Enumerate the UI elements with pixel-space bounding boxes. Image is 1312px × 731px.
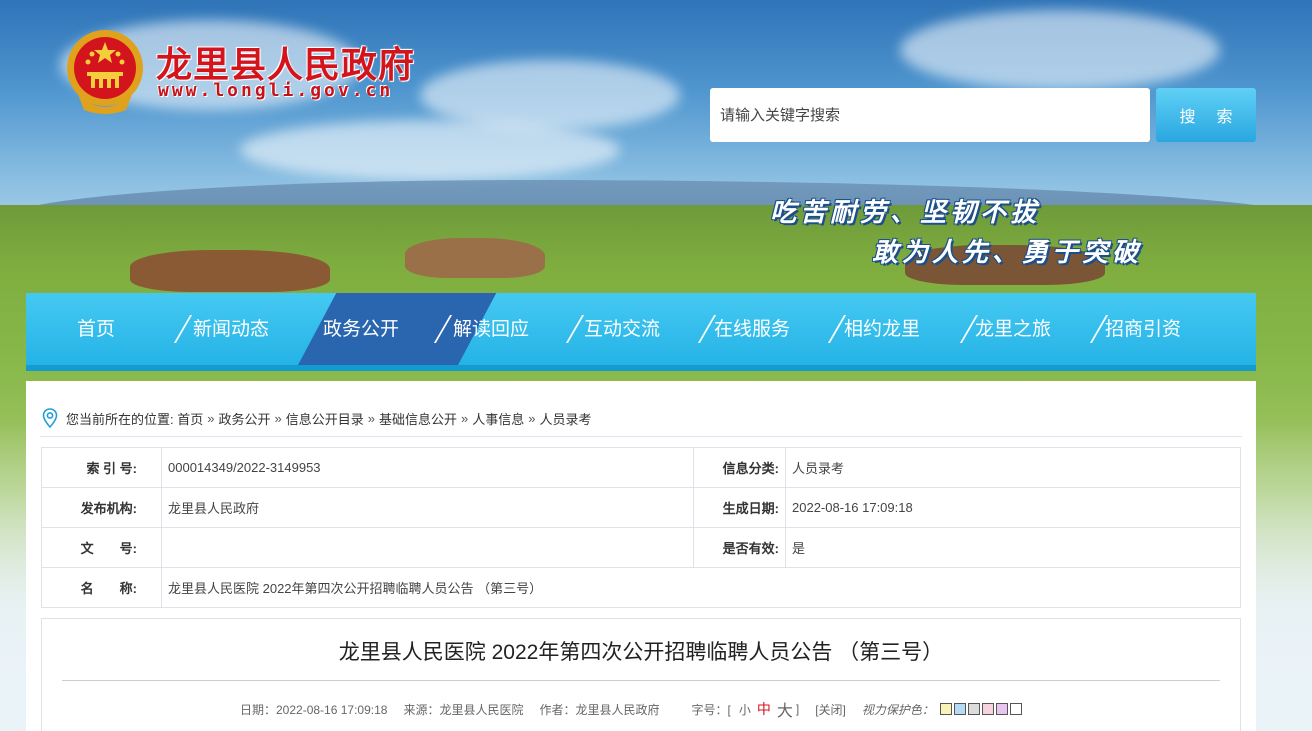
eye-color-white-swatch[interactable] bbox=[1009, 703, 1022, 715]
breadcrumb-item-catalog[interactable]: 信息公开目录 bbox=[286, 409, 364, 428]
breadcrumb-item-personnel[interactable]: 人事信息 bbox=[472, 409, 524, 428]
breadcrumb: 您当前所在的位置: 首页 » 政务公开 » 信息公开目录 » 基础信息公开 » … bbox=[42, 408, 592, 428]
index-value: 000014349/2022-3149953 bbox=[161, 447, 694, 488]
search-button[interactable]: 搜 索 bbox=[1156, 88, 1256, 142]
valid-label: 是否有效: bbox=[693, 527, 786, 568]
font-size-close-bracket: ] bbox=[795, 702, 800, 716]
date-label: 生成日期: bbox=[693, 487, 786, 528]
date-value: 2022-08-16 17:09:18 bbox=[785, 487, 1241, 528]
breadcrumb-separator: » bbox=[461, 410, 469, 426]
table-row: 文 号: 是否有效: 是 bbox=[41, 527, 1241, 568]
eye-color-blue-swatch[interactable] bbox=[953, 703, 966, 715]
article-title: 龙里县人民医院 2022年第四次公开招聘临聘人员公告 （第三号） bbox=[338, 641, 944, 664]
breadcrumb-separator: » bbox=[367, 410, 375, 426]
eye-color-purple-swatch[interactable] bbox=[995, 703, 1008, 715]
eye-color-pink-swatch[interactable] bbox=[981, 703, 994, 715]
index-label: 索 引 号: bbox=[41, 447, 162, 488]
nav-item-interpretation[interactable]: 解读回应 bbox=[426, 293, 556, 365]
font-size-medium-button[interactable]: 中 bbox=[757, 699, 771, 719]
article-author: 作者：龙里县人民政府 bbox=[539, 702, 660, 717]
breadcrumb-divider bbox=[40, 436, 1242, 437]
slogan-line-2: 敢为人先、勇于突破 bbox=[872, 238, 1143, 268]
doc-no-value bbox=[161, 527, 694, 568]
main-nav: 首页 新闻动态 政务公开 解读回应 互动交流 在线服务 相约龙里 龙里之旅 招商… bbox=[26, 293, 1256, 365]
breadcrumb-separator: » bbox=[528, 410, 536, 426]
font-size-label: 字号：[ bbox=[691, 702, 731, 717]
breadcrumb-separator: » bbox=[207, 410, 215, 426]
close-page-button[interactable]: [关闭] bbox=[815, 701, 846, 718]
category-value: 人员录考 bbox=[785, 447, 1241, 488]
font-size-large-button[interactable]: 大 bbox=[777, 697, 793, 721]
eye-care-label: 视力保护色： bbox=[861, 702, 934, 717]
eye-color-gray-swatch[interactable] bbox=[967, 703, 980, 715]
location-pin-icon bbox=[42, 408, 58, 428]
doc-no-label: 文 号: bbox=[41, 527, 162, 568]
nav-bottom-bar bbox=[26, 365, 1256, 371]
name-value: 龙里县人民医院 2022年第四次公开招聘临聘人员公告 （第三号） bbox=[161, 567, 1241, 608]
breadcrumb-item-home[interactable]: 首页 bbox=[177, 409, 203, 428]
table-row: 名 称: 龙里县人民医院 2022年第四次公开招聘临聘人员公告 （第三号） bbox=[41, 567, 1241, 608]
breadcrumb-prefix: 您当前所在的位置: bbox=[66, 411, 174, 427]
nav-item-news[interactable]: 新闻动态 bbox=[166, 293, 296, 365]
info-metadata-table: 索 引 号: 000014349/2022-3149953 信息分类: 人员录考… bbox=[41, 447, 1241, 608]
article-source: 来源：龙里县人民医院 bbox=[403, 702, 524, 717]
nav-item-gov-affairs[interactable]: 政务公开 bbox=[296, 293, 426, 365]
publisher-value: 龙里县人民政府 bbox=[161, 487, 694, 528]
search-input[interactable] bbox=[710, 88, 1150, 142]
valid-value: 是 bbox=[785, 527, 1241, 568]
category-label: 信息分类: bbox=[693, 447, 786, 488]
name-label: 名 称: bbox=[41, 567, 162, 608]
eye-color-yellow-swatch[interactable] bbox=[939, 703, 952, 715]
site-url: www.longli.gov.cn bbox=[158, 80, 394, 101]
national-emblem-icon bbox=[67, 30, 143, 114]
publisher-label: 发布机构: bbox=[41, 487, 162, 528]
slogan-line-1: 吃苦耐劳、坚韧不拔 bbox=[770, 198, 1041, 228]
breadcrumb-item-recruitment[interactable]: 人员录考 bbox=[540, 409, 592, 428]
breadcrumb-item-gov-affairs[interactable]: 政务公开 bbox=[219, 409, 271, 428]
article-title-divider bbox=[62, 680, 1220, 681]
breadcrumb-item-basic-info[interactable]: 基础信息公开 bbox=[379, 409, 457, 428]
table-row: 索 引 号: 000014349/2022-3149953 信息分类: 人员录考 bbox=[41, 447, 1241, 488]
table-row: 发布机构: 龙里县人民政府 生成日期: 2022-08-16 17:09:18 bbox=[41, 487, 1241, 528]
font-size-small-button[interactable]: 小 bbox=[739, 701, 751, 718]
article-info-bar: 日期：2022-08-16 17:09:18 来源：龙里县人民医院 作者：龙里县… bbox=[240, 697, 1024, 721]
article-date: 日期：2022-08-16 17:09:18 bbox=[240, 702, 388, 717]
nav-item-home[interactable]: 首页 bbox=[26, 293, 166, 365]
breadcrumb-separator: » bbox=[274, 410, 282, 426]
